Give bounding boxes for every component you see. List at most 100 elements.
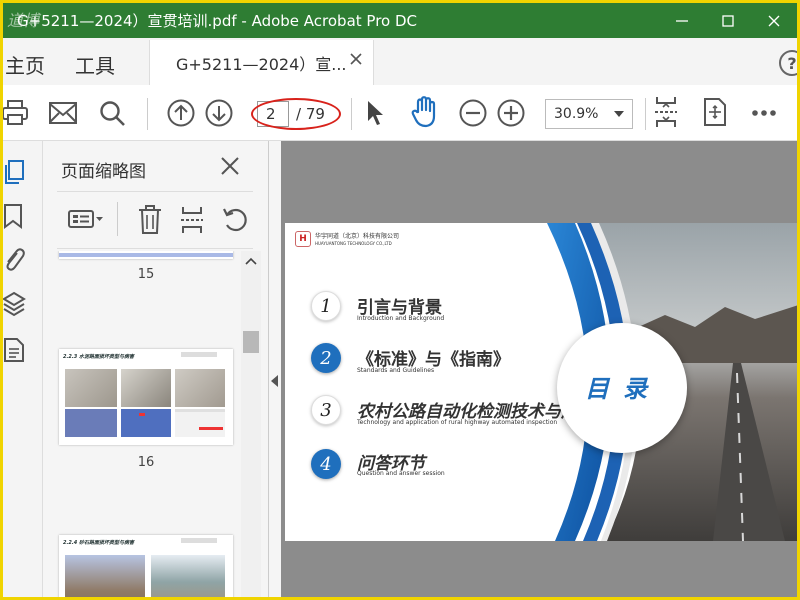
tab-document[interactable]: G+5211—2024）宣... [149,40,374,85]
options-menu-icon[interactable] [67,205,105,233]
search-icon [100,101,125,126]
document-view[interactable]: H 华宇同道（北京）科技有限公司 HUAYUANTONG TECHNOLOGY … [281,141,797,597]
toolbar-divider [147,98,148,130]
maximize-button[interactable] [705,3,751,38]
app-window: 道博 G+5211—2024）宣贯培训.pdf - Adobe Acrobat … [3,3,797,597]
layers-icon[interactable] [3,291,27,317]
toc-subtitle: Standards and Guidelines [357,367,435,374]
thumbnail-text-block [65,409,117,437]
thumbnail-heading: 2.2.3 水泥路面损坏类型与病害 [63,354,134,360]
cursor-arrow-icon [368,101,383,125]
plus-circle-icon [497,99,525,127]
toc-number: 1 [311,291,341,321]
thumbnail-photo [175,369,225,407]
tab-tools[interactable]: 工具 [75,50,115,79]
minus-circle-icon [459,99,487,127]
arrow-down-circle-icon [205,99,233,127]
highlight-ellipse [251,98,341,130]
toc-heading: 目录 [585,375,661,403]
toc-number: 4 [311,449,341,479]
thumbnail-page-number: 15 [137,267,155,282]
email-button[interactable] [49,102,77,124]
thumbnail-page-number: 16 [137,455,155,470]
print-button[interactable] [3,99,29,127]
zoom-value: 30.9% [554,106,599,122]
previous-page-button[interactable] [167,99,195,127]
scroll-up-icon[interactable] [245,257,257,265]
thumbnail-text-block [121,409,171,437]
hand-icon [411,96,436,128]
thumbnail-logo [181,538,217,543]
zoom-out-button[interactable] [459,99,487,127]
more-icon [752,110,776,116]
company-logo: H [295,231,311,247]
rotate-page-button[interactable] [703,97,727,127]
help-button[interactable]: ? [779,50,797,76]
fit-page-button[interactable] [653,95,679,129]
toolbar-divider [351,98,352,130]
toc-subtitle: Technology and application of rural high… [357,419,558,426]
document-properties-icon[interactable] [3,337,27,363]
company-name: 华宇同道（北京）科技有限公司 HUAYUANTONG TECHNOLOGY CO… [315,233,399,247]
company-name-cn: 华宇同道（北京）科技有限公司 [315,233,400,240]
hand-tool-button[interactable] [411,96,439,128]
more-tools-button[interactable] [751,109,777,117]
scrollbar-thumb[interactable] [243,331,259,353]
thumbnail-list: 15 2.2.3 水泥路面损坏类型与病害 16 2.2.4 砂石路面损坏类型与病… [43,251,239,597]
thumbnail-content [59,253,233,257]
window-title: G+5211—2024）宣贯培训.pdf - Adobe Acrobat Pro… [17,12,418,30]
navigation-rail [3,141,43,597]
page-thumbnails-panel: 页面缩略图 15 2.2.3 水泥路面损坏类型与病害 16 2.2.4 砂石路面… [43,141,269,597]
thumbnail-page[interactable] [59,251,233,259]
main-toolbar: 2 / 79 30.9% [3,85,797,141]
fit-page-icon [655,97,677,127]
title-bar: 道博 G+5211—2024）宣贯培训.pdf - Adobe Acrobat … [3,3,797,38]
page-thumbnails-icon[interactable] [3,159,27,185]
chevron-down-icon [614,111,624,117]
document-tab-label: G+5211—2024）宣... [176,54,347,74]
slide-background [547,223,797,541]
search-button[interactable] [99,100,127,128]
chevron-left-icon [271,375,278,387]
bookmark-icon[interactable] [3,203,27,229]
arrow-up-circle-icon [167,99,195,127]
thumbnail-marker [139,413,145,416]
thumbnail-photo [65,369,117,407]
zoom-select[interactable]: 30.9% [545,99,633,129]
close-icon [768,15,780,26]
close-tab-icon[interactable] [349,52,363,66]
thumbnail-page[interactable]: 2.2.4 砂石路面损坏类型与病害 [59,535,233,597]
next-page-button[interactable] [205,99,233,127]
minimize-button[interactable] [659,3,705,38]
thumbnail-scrollbar[interactable] [241,251,261,597]
close-window-button[interactable] [751,3,797,38]
thumbnail-photo [121,369,171,407]
thumbnail-heading: 2.2.4 砂石路面损坏类型与病害 [63,540,134,546]
company-name-en: HUAYUANTONG TECHNOLOGY CO.,LTD [315,241,392,246]
thumbnail-photo [65,555,145,597]
collapse-panel-button[interactable] [269,371,281,391]
thumbnail-photo [151,555,225,597]
rotate-icon[interactable] [221,205,249,233]
print-icon [3,100,28,125]
window-controls [659,3,797,38]
attachment-icon[interactable] [3,247,27,273]
toc-number: 2 [311,343,341,373]
zoom-in-button[interactable] [497,99,525,127]
thumbnail-logo [181,352,217,357]
close-panel-icon[interactable] [219,155,241,177]
pdf-page: H 华宇同道（北京）科技有限公司 HUAYUANTONG TECHNOLOGY … [285,223,797,541]
toc-number: 3 [311,395,341,425]
tab-bar: 主页 工具 G+5211—2024）宣... ? [3,38,797,85]
thumbnail-page[interactable]: 2.2.3 水泥路面损坏类型与病害 [59,349,233,445]
toolbar-divider [645,98,646,130]
insert-page-icon[interactable] [179,205,205,235]
watermark: 道博 [7,11,40,30]
trash-icon[interactable] [137,205,163,235]
select-tool-button[interactable] [365,99,385,127]
page-fit-arrows-icon [704,98,726,126]
toc-subtitle: Question and answer session [357,470,445,477]
tab-home[interactable]: 主页 [5,50,45,79]
maximize-icon [722,14,734,27]
envelope-icon [49,102,77,124]
